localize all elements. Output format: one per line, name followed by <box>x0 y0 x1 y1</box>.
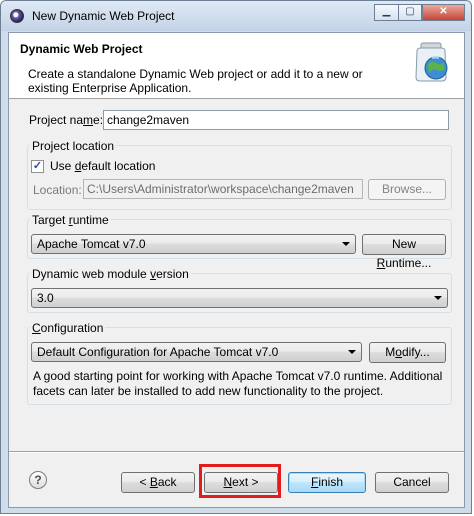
location-label: Location: <box>33 183 82 197</box>
modify-button[interactable]: Modify... <box>369 342 446 363</box>
footer-separator <box>9 451 464 453</box>
dialog-window: New Dynamic Web Project ▁ ▢ ✕ Dynamic We… <box>0 0 472 514</box>
target-runtime-dropdown[interactable]: Apache Tomcat v7.0 <box>31 234 356 254</box>
target-runtime-label: Target runtime <box>30 213 111 227</box>
wizard-description: Create a standalone Dynamic Web project … <box>28 67 363 95</box>
project-name-input[interactable]: change2maven <box>103 110 449 130</box>
web-project-globe-jar-icon <box>415 42 448 82</box>
chevron-down-icon <box>342 242 350 246</box>
module-version-dropdown[interactable]: 3.0 <box>31 288 448 308</box>
use-default-location-checkbox[interactable]: ✓ <box>31 160 44 173</box>
project-location-label: Project location <box>30 139 117 153</box>
title-bar[interactable]: New Dynamic Web Project ▁ ▢ ✕ <box>1 1 471 31</box>
back-button[interactable]: < Back <box>121 472 195 493</box>
configuration-label: Configuration <box>30 321 106 335</box>
next-button-highlight <box>199 464 281 498</box>
project-location-group <box>27 145 452 210</box>
eclipse-app-icon <box>10 9 24 23</box>
maximize-button[interactable]: ▢ <box>398 4 422 21</box>
module-version-label: Dynamic web module version <box>30 267 191 281</box>
minimize-button[interactable]: ▁ <box>374 4 399 21</box>
chevron-down-icon <box>434 296 442 300</box>
new-runtime-button[interactable]: New Runtime... <box>362 234 446 270</box>
location-input[interactable]: C:\Users\Administrator\workspace\change2… <box>83 179 363 199</box>
configuration-dropdown[interactable]: Default Configuration for Apache Tomcat … <box>31 342 362 362</box>
browse-button[interactable]: Browse... <box>368 179 446 200</box>
window-title: New Dynamic Web Project <box>32 9 175 23</box>
wizard-header: Dynamic Web Project Create a standalone … <box>9 33 464 99</box>
project-name-label: Project name: <box>29 113 104 127</box>
cancel-button[interactable]: Cancel <box>375 472 449 493</box>
help-icon[interactable]: ? <box>29 471 47 489</box>
dialog-content: Dynamic Web Project Create a standalone … <box>8 32 465 508</box>
wizard-title: Dynamic Web Project <box>20 42 143 56</box>
finish-button[interactable]: Finish <box>288 472 366 493</box>
configuration-description: A good starting point for working with A… <box>33 369 443 398</box>
close-button[interactable]: ✕ <box>422 4 465 21</box>
use-default-location-label: Use default location <box>50 159 156 173</box>
chevron-down-icon <box>348 350 356 354</box>
